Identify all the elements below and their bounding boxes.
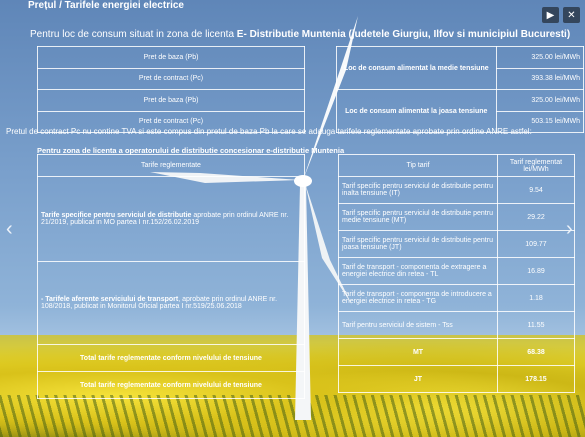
close-icon: ✕ <box>567 9 576 21</box>
total-mt-label: Total tarife reglementate conform nivelu… <box>37 344 305 372</box>
column-header: Tip tarif <box>338 154 498 177</box>
price-label: Pret de baza (Pb) <box>37 46 305 69</box>
previous-arrow-icon[interactable]: ‹ <box>6 218 13 241</box>
play-icon: ▶ <box>546 9 555 21</box>
total-jt-type: JT <box>338 365 498 393</box>
price-value: 393.38 lei/MWh <box>495 67 585 90</box>
tariff-value: 9.54 <box>497 176 575 204</box>
price-value: 325.00 lei/MWh <box>495 46 585 69</box>
tariff-label: Tarif specific pentru serviciul de distr… <box>338 176 498 204</box>
tariff-value: 29.22 <box>497 203 575 231</box>
close-button[interactable]: ✕ <box>563 7 580 23</box>
total-jt-label: Total tarife reglementate conform nivelu… <box>37 371 305 399</box>
medium-voltage-label: Loc de consum alimentat la medie tensiun… <box>336 46 497 90</box>
tariff-value: 1.18 <box>497 284 575 312</box>
tariff-value: 109.77 <box>497 230 575 258</box>
column-header: Tarif reglementat lei/MWh <box>497 154 575 177</box>
tariff-label: Tarif de transport - componenta de intro… <box>338 284 498 312</box>
contract-price-note: Pretul de contract Pc nu contine TVA si … <box>6 127 532 136</box>
tariff-label: Tarif de transport - componenta de extra… <box>338 257 498 285</box>
tariff-label: Tarif specific pentru serviciul de distr… <box>338 203 498 231</box>
column-header: Tarife reglementate <box>37 154 305 177</box>
transport-tariff-description: - Tarifele aferente serviciului de trans… <box>37 261 305 345</box>
distribution-tariff-description: Tarife specifice pentru serviciul de dis… <box>37 176 305 262</box>
tariff-type-table: Tip tarif Tarif reglementat lei/MWh Tari… <box>338 154 575 393</box>
total-mt-type: MT <box>338 338 498 366</box>
next-slide-button[interactable]: ▶ <box>542 7 559 23</box>
page-title: Prețul / Tarifele energiei electrice <box>28 0 184 11</box>
tariff-value: 16.89 <box>497 257 575 285</box>
tariff-label: Tarif specific pentru serviciul de distr… <box>338 230 498 258</box>
tariff-label: Tarif pentru serviciul de sistem - Tss <box>338 311 498 339</box>
tariff-value: 11.55 <box>497 311 575 339</box>
consumption-heading: Pentru loc de consum situat in zona de l… <box>30 29 571 40</box>
regulated-tariffs-table: Tarife reglementate Tarife specifice pen… <box>37 154 305 399</box>
next-arrow-icon[interactable]: › <box>566 218 573 241</box>
price-label: Pret de baza (Pb) <box>37 89 305 112</box>
price-values-table: Loc de consum alimentat la medie tensiun… <box>336 46 585 133</box>
price-label: Pret de contract (Pc) <box>37 67 305 90</box>
price-value: 325.00 lei/MWh <box>495 89 585 112</box>
base-contract-price-table: Pret de baza (Pb) Pret de contract (Pc) … <box>37 46 305 133</box>
total-jt-value: 178.15 <box>497 365 575 393</box>
total-mt-value: 68.38 <box>497 338 575 366</box>
